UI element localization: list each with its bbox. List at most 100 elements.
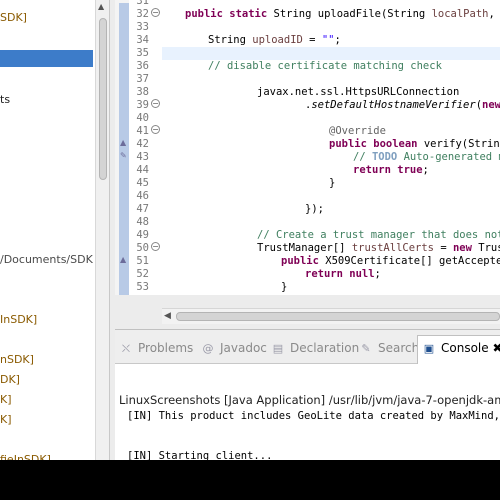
code-token: javax.net.ssl.HttpsURLConnection bbox=[257, 86, 460, 98]
tab-label: Javadoc bbox=[220, 341, 267, 355]
tree-item[interactable]: K] bbox=[0, 392, 95, 408]
scroll-left-icon[interactable]: ◀ bbox=[164, 311, 171, 321]
code-token: = bbox=[434, 242, 453, 254]
code-token: public boolean bbox=[329, 138, 418, 150]
code-token: ; bbox=[334, 34, 341, 46]
code-token: ; bbox=[374, 268, 381, 280]
override-marker-icon: ▲ bbox=[120, 255, 127, 264]
problems-icon: ⛌ bbox=[121, 342, 131, 355]
tab-declaration[interactable]: ▤ Declaration bbox=[271, 338, 359, 358]
override-marker-icon: ▲ bbox=[120, 138, 127, 147]
line-number: 43 bbox=[136, 151, 149, 163]
scroll-up-icon[interactable]: ▲ bbox=[98, 2, 104, 11]
code-token: ; bbox=[422, 164, 429, 176]
line-number: 34 bbox=[136, 34, 149, 46]
console-process-title: LinuxScreenshots [Java Application] /usr… bbox=[119, 393, 500, 407]
tree-item[interactable]: DK] bbox=[0, 372, 95, 388]
tab-javadoc[interactable]: @ Javadoc bbox=[201, 338, 267, 358]
explorer-scroll-thumb[interactable] bbox=[99, 18, 107, 180]
editor-horizontal-scrollbar[interactable]: ◀ bbox=[162, 308, 500, 324]
tab-label: Search bbox=[378, 341, 420, 355]
code-comment: Auto-generated me bbox=[397, 151, 500, 163]
declaration-icon: ▤ bbox=[272, 342, 284, 355]
line-number: 47 bbox=[136, 203, 149, 215]
code-editor[interactable]: ▲ ✎ ▲ 31 32 33 34 35 36 37 38 39 40 41 42 43 44 45 46 47… bbox=[115, 0, 500, 295]
code-line-52: return null; bbox=[305, 268, 500, 281]
code-token: }); bbox=[305, 203, 324, 215]
fold-toggle-icon[interactable]: − bbox=[151, 242, 160, 251]
line-number: 46 bbox=[136, 190, 149, 202]
code-line-44: return true; bbox=[353, 164, 500, 177]
code-comment: // Create a trust manager that does not … bbox=[257, 229, 500, 241]
tree-item[interactable]: nSDK] bbox=[0, 352, 95, 368]
tree-item[interactable]: ts bbox=[0, 92, 95, 108]
code-token: setDefaultHostnameVerifier bbox=[311, 99, 476, 111]
code-line-34: String uploadID = ""; bbox=[208, 34, 500, 47]
tab-search[interactable]: ✎ Search bbox=[359, 338, 419, 358]
console-view: ⛌ Problems @ Javadoc ▤ Declaration ✎ Search … bbox=[115, 329, 500, 460]
view-tab-bar: ⛌ Problems @ Javadoc ▤ Declaration ✎ Search … bbox=[115, 330, 500, 364]
fold-toggle-icon[interactable]: − bbox=[151, 125, 160, 134]
line-number: 54 bbox=[131, 294, 149, 295]
code-line-38: javax.net.ssl.HttpsURLConnection bbox=[257, 86, 500, 99]
code-token: TrustManager[] bbox=[257, 242, 352, 254]
code-line-51: public X509Certificate[] getAcceptedI bbox=[281, 255, 500, 268]
package-explorer: SDK] ts/Documents/SDK InSDK] nSDK] DK] K] K] fi… bbox=[0, 0, 110, 460]
code-line-47: }); bbox=[305, 203, 500, 216]
code-line-49: // Create a trust manager that does not … bbox=[257, 229, 500, 242]
code-line-36: // disable certificate matching check bbox=[208, 60, 500, 73]
line-number: 53 bbox=[136, 281, 149, 293]
code-token: uploadID bbox=[252, 34, 303, 46]
tab-label: Declaration bbox=[290, 341, 360, 355]
code-line-50: TrustManager[] trustAllCerts = new Trust… bbox=[257, 242, 500, 255]
code-token: } bbox=[329, 177, 336, 189]
line-number: 36 bbox=[136, 60, 149, 72]
selected-tree-item[interactable] bbox=[0, 50, 93, 67]
code-line-39: .setDefaultHostnameVerifier(new j bbox=[305, 99, 500, 112]
code-line-45: } bbox=[329, 177, 500, 190]
eclipse-window: SDK] ts/Documents/SDK InSDK] nSDK] DK] K] K] fi… bbox=[0, 0, 500, 460]
code-token: String bbox=[208, 34, 253, 46]
task-marker-icon: ✎ bbox=[120, 151, 127, 160]
code-token: public bbox=[281, 255, 319, 267]
tree-item[interactable]: K] bbox=[0, 412, 95, 428]
fold-toggle-icon[interactable]: − bbox=[151, 8, 160, 17]
line-number: 48 bbox=[136, 216, 149, 228]
code-comment: // bbox=[353, 151, 372, 163]
line-number: 44 bbox=[136, 164, 149, 176]
code-token: new bbox=[452, 242, 472, 254]
code-token: TrustM bbox=[478, 242, 500, 254]
search-icon: ✎ bbox=[361, 342, 371, 355]
tree-item[interactable]: InSDK] bbox=[0, 312, 95, 328]
tab-label: Problems bbox=[138, 341, 194, 355]
code-token: "" bbox=[321, 34, 335, 46]
code-line-32: public static String uploadFile(String l… bbox=[185, 8, 500, 21]
code-line-41: @Override bbox=[329, 125, 500, 138]
code-token: public static bbox=[185, 8, 268, 20]
console-output-line: [IN] This product includes GeoLite data … bbox=[127, 410, 500, 422]
tab-problems[interactable]: ⛌ Problems bbox=[119, 338, 193, 358]
code-token: } bbox=[281, 281, 288, 293]
code-comment: // disable certificate matching check bbox=[208, 60, 442, 72]
screen-black-border bbox=[0, 460, 500, 500]
line-number: 33 bbox=[136, 21, 149, 33]
close-icon[interactable]: ✖ bbox=[492, 341, 500, 355]
fold-toggle-icon[interactable]: − bbox=[151, 99, 160, 108]
line-number: 49 bbox=[136, 229, 149, 241]
line-number: 40 bbox=[136, 112, 149, 124]
code-token: String uploadFile(String bbox=[273, 8, 432, 20]
line-number: 51 bbox=[136, 255, 149, 267]
line-number: 37 bbox=[136, 73, 149, 85]
current-line-highlight bbox=[162, 47, 500, 60]
tab-console[interactable]: ▣ Console ✖ bbox=[417, 335, 500, 364]
explorer-scrollbar[interactable]: ▲ bbox=[95, 0, 109, 460]
tree-item[interactable]: /Documents/SDK bbox=[0, 252, 95, 268]
code-line-43: // TODO Auto-generated me bbox=[353, 151, 500, 164]
line-number: 38 bbox=[136, 86, 149, 98]
code-line-53: } bbox=[281, 281, 500, 294]
tree-item[interactable]: fieInSDK] bbox=[0, 452, 95, 460]
horizontal-scroll-thumb[interactable] bbox=[176, 312, 500, 321]
code-token: = bbox=[302, 34, 322, 46]
line-number: 35 bbox=[136, 47, 149, 59]
tree-item[interactable]: SDK] bbox=[0, 10, 95, 26]
